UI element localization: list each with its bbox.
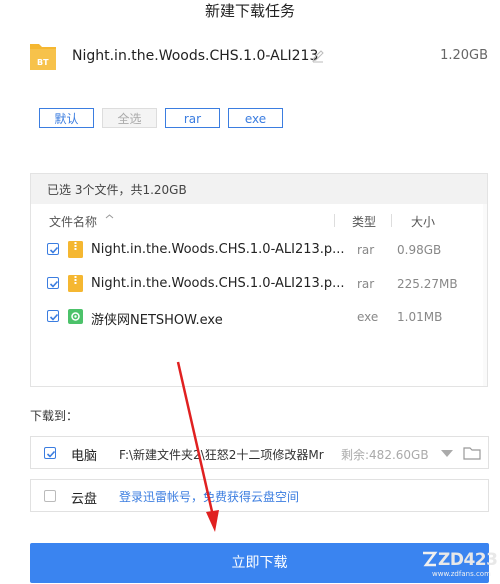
filter-select-all-button[interactable]: 全选 [102, 108, 157, 128]
column-header-name[interactable]: 文件名称 [49, 213, 97, 230]
file-list-summary-bar: 已选 3个文件，共1.20GB [31, 174, 487, 204]
cloud-login-link[interactable]: 登录迅雷帐号，免费获得云盘空间 [119, 488, 299, 505]
file-size: 1.01MB [397, 310, 443, 324]
torrent-size: 1.20GB [440, 48, 488, 63]
zip-file-icon [68, 275, 83, 292]
computer-label: 电脑 [71, 449, 98, 464]
file-row[interactable]: Night.in.the.Woods.CHS.1.0-ALI213.p... r… [31, 270, 487, 298]
file-checkbox[interactable] [47, 243, 59, 255]
bt-icon-label: BT [37, 58, 49, 67]
file-name: Night.in.the.Woods.CHS.1.0-ALI213.p... [91, 242, 345, 257]
file-row[interactable]: Night.in.the.Woods.CHS.1.0-ALI213.p... r… [31, 236, 487, 264]
watermark-logo-icon [423, 551, 438, 567]
cloud-label: 云盘 [71, 492, 98, 507]
download-path-field[interactable]: F:\新建文件夹2\狂怒2十二项修改器Mr [119, 446, 337, 463]
watermark-text: ZD423 [438, 550, 498, 570]
file-type: rar [357, 243, 375, 257]
file-list-summary: 已选 3个文件，共1.20GB [47, 183, 187, 197]
file-row[interactable]: 游侠网NETSHOW.exe exe 1.01MB [31, 303, 487, 331]
filter-rar-button[interactable]: rar [165, 108, 220, 128]
file-size: 225.27MB [397, 277, 458, 291]
file-type: rar [357, 277, 375, 291]
check-icon [49, 313, 59, 321]
chevron-down-icon[interactable] [441, 450, 453, 457]
folder-icon[interactable] [463, 445, 481, 461]
destination-computer-row[interactable]: 电脑 F:\新建文件夹2\狂怒2十二项修改器Mr 剩余:482.60GB [30, 436, 489, 469]
free-space-label: 剩余:482.60GB [341, 448, 429, 462]
download-to-label: 下载到： [30, 409, 79, 423]
watermark-url: www.zdfans.com [432, 570, 491, 578]
scrollbar[interactable] [483, 204, 487, 386]
column-divider [391, 214, 392, 227]
file-size: 0.98GB [397, 243, 442, 257]
check-icon [49, 280, 59, 288]
filter-exe-button[interactable]: exe [228, 108, 283, 128]
file-type: exe [357, 310, 379, 324]
file-name: 游侠网NETSHOW.exe [91, 313, 223, 328]
check-icon [49, 246, 59, 254]
file-list-panel: 已选 3个文件，共1.20GB 文件名称 类型 大小 Night.in.the.… [30, 173, 488, 387]
sort-icon[interactable] [105, 214, 114, 226]
zip-file-icon [68, 241, 83, 258]
edit-icon[interactable] [311, 49, 325, 63]
exe-file-icon [68, 309, 83, 324]
bt-torrent-icon: BT [30, 44, 56, 70]
file-checkbox[interactable] [47, 310, 59, 322]
file-checkbox[interactable] [47, 277, 59, 289]
computer-checkbox[interactable] [44, 447, 56, 459]
column-header-type[interactable]: 类型 [352, 213, 376, 230]
filter-default-button[interactable]: 默认 [39, 108, 94, 128]
cloud-checkbox[interactable] [44, 490, 56, 502]
column-divider [334, 214, 335, 227]
watermark: ZD423 www.zdfans.com [420, 548, 498, 582]
dialog-title: 新建下载任务 [204, 2, 295, 20]
column-header-size[interactable]: 大小 [411, 213, 435, 230]
file-name: Night.in.the.Woods.CHS.1.0-ALI213.p... [91, 276, 345, 291]
destination-cloud-row[interactable]: 云盘 登录迅雷帐号，免费获得云盘空间 [30, 479, 489, 512]
check-icon [46, 450, 56, 458]
torrent-name: Night.in.the.Woods.CHS.1.0-ALI213 [72, 48, 319, 64]
